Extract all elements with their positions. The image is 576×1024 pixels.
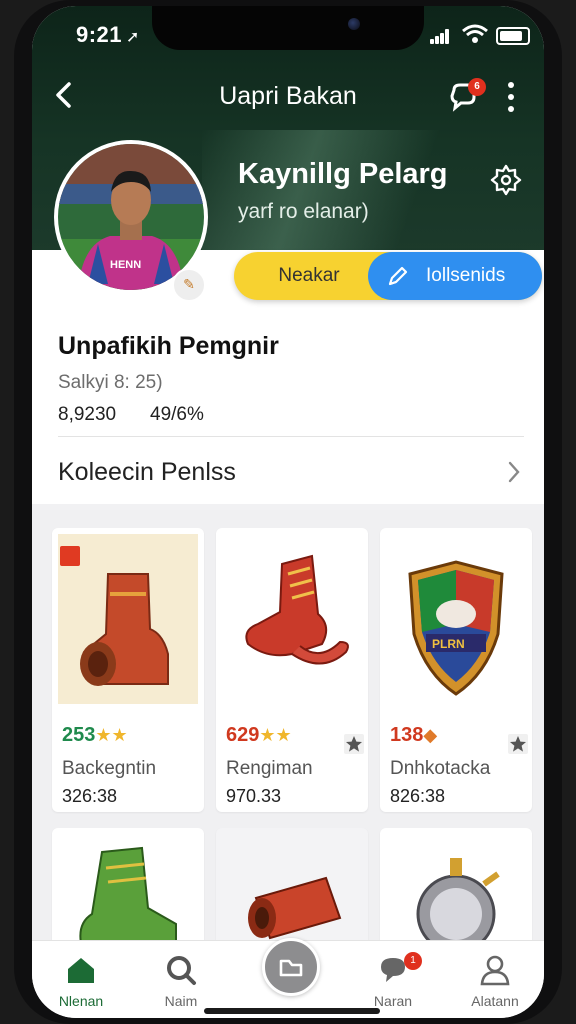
item-card[interactable]: 253★★ Backegntin 326:38 [52, 528, 204, 812]
wifi-icon [462, 24, 488, 43]
stopwatch-image [416, 858, 500, 948]
item-code: 326:38 [62, 786, 118, 806]
tab-home[interactable]: Nlenan [36, 953, 126, 1009]
folder-icon [279, 959, 303, 977]
item-card[interactable] [216, 828, 368, 948]
item-price: 138◆ [390, 724, 438, 746]
edit-pencil-icon [388, 266, 408, 286]
star-icon[interactable] [508, 734, 528, 754]
tab-search-label: Naim [164, 993, 198, 1009]
center-action-button[interactable] [262, 938, 320, 996]
tab-home-label: Nlenan [58, 993, 104, 1009]
stats-subtitle: Salkyi 8: 25) [58, 372, 163, 393]
shield-image: PLRN [386, 534, 526, 704]
item-name: Rengiman [226, 758, 313, 779]
tab-messages-label: Naran [373, 993, 413, 1009]
item-card[interactable] [380, 828, 532, 948]
green-boot-image [79, 846, 177, 948]
item-code: 970.33 [226, 786, 282, 806]
status-time: 9:21 ➚ [76, 22, 140, 47]
tab-messages[interactable]: Naran [348, 953, 438, 1009]
item-price: 253★★ [62, 724, 128, 746]
profile-subtitle: yarf ro elanar) [238, 200, 369, 223]
tag-icon [60, 546, 80, 566]
signal-icon [430, 28, 450, 44]
search-icon [167, 956, 196, 985]
leather-roll-image [248, 876, 342, 940]
shoe-image [222, 534, 362, 704]
stat-value-2: 49/6% [150, 404, 204, 425]
item-code: 826:38 [390, 786, 446, 806]
item-card[interactable]: 629★★ Rengiman 970.33 [216, 528, 368, 812]
svg-text:HENN: HENN [110, 259, 141, 271]
screen: 9:21 ➚ Uapri Bakan 6 Kaynillg Pelarg yar… [32, 6, 544, 1018]
item-price: 629★★ [226, 724, 292, 746]
nav-bar: Uapri Bakan 6 [32, 76, 544, 116]
toggle-right-option[interactable]: Iollsenids [368, 252, 542, 300]
profile-name: Kaynillg Pelarg [238, 158, 448, 190]
home-icon [68, 958, 94, 983]
more-options-icon[interactable] [506, 80, 516, 112]
battery-icon [496, 27, 530, 45]
notch [152, 6, 424, 50]
tab-search[interactable]: Naim [136, 953, 226, 1009]
home-indicator[interactable] [204, 1008, 380, 1014]
gear-icon[interactable] [488, 162, 524, 198]
star-icon[interactable] [344, 734, 364, 754]
collection-label: Koleecin Penlss [58, 458, 236, 486]
item-card[interactable]: PLRN 138◆ Dnhkotacka 826:38 [380, 528, 532, 812]
person-icon [480, 955, 510, 986]
location-arrow-icon: ➚ [126, 29, 140, 46]
front-camera [348, 18, 360, 30]
stats-title: Unpafikih Pemgnir [58, 332, 279, 360]
item-name: Dnhkotacka [390, 758, 491, 779]
tab-profile[interactable]: Alatann [450, 953, 540, 1009]
item-name: Backegntin [62, 758, 157, 779]
phone: 9:21 ➚ Uapri Bakan 6 Kaynillg Pelarg yar… [0, 0, 576, 1024]
stat-value-1: 8,9230 [58, 404, 117, 425]
divider [58, 436, 524, 437]
svg-text:PLRN: PLRN [432, 637, 465, 651]
toggle-left-option[interactable]: Neakar [234, 252, 384, 300]
messages-badge: 1 [404, 952, 422, 970]
collection-row[interactable]: Koleecin Penlss [32, 438, 544, 504]
toggle-right-label: Iollsenids [426, 265, 506, 286]
tab-profile-label: Alatann [471, 993, 519, 1009]
view-toggle[interactable]: Neakar Iollsenids [234, 252, 542, 300]
notification-badge: 6 [468, 78, 486, 96]
item-card[interactable] [52, 828, 204, 948]
chevron-right-icon [508, 461, 520, 483]
edit-avatar-icon[interactable]: ✎ [172, 268, 206, 302]
notification-button[interactable]: 6 [446, 78, 486, 114]
